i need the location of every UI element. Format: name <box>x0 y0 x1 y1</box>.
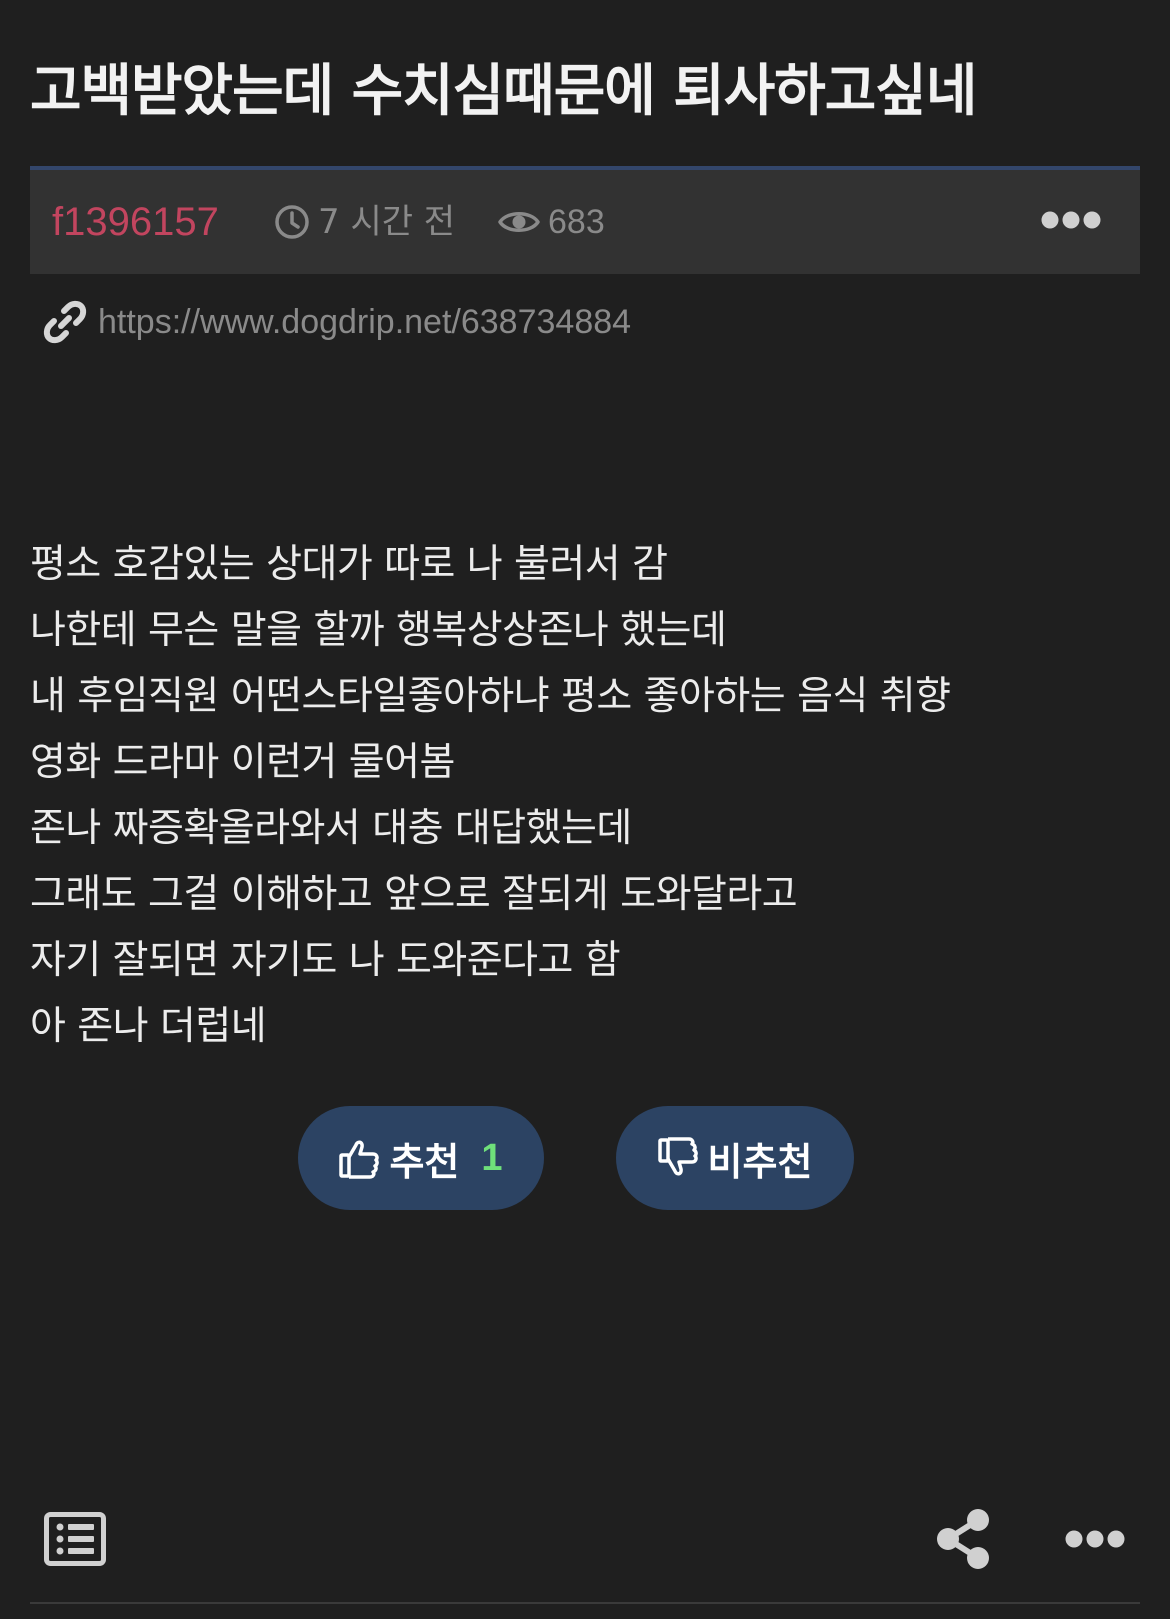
upvote-label: 추천 <box>389 1139 460 1184</box>
content-line: 나한테 무슨 말을 할까 행복상상존나 했는데 <box>30 608 727 653</box>
post-content: 평소 호감있는 상대가 따로 나 불러서 감 나한테 무슨 말을 할까 행복상상… <box>30 532 1130 1060</box>
bottom-divider <box>30 1602 1140 1604</box>
thumbs-up-icon <box>339 1140 380 1179</box>
upvote-count: 1 <box>481 1136 503 1179</box>
post-meta-bar: f1396157 7 시간 전 683 <box>30 166 1140 274</box>
content-line: 내 후임직원 어떤스타일좋아하냐 평소 좋아하는 음식 취향 <box>30 674 951 719</box>
more-dots-icon[interactable] <box>1064 1526 1126 1552</box>
share-icon[interactable] <box>934 1508 992 1570</box>
thumbs-down-icon <box>657 1137 698 1176</box>
upvote-button[interactable]: 추천 1 <box>298 1106 544 1210</box>
content-line: 아 존나 더럽네 <box>30 1004 267 1049</box>
eye-icon <box>498 212 540 232</box>
more-dots-icon[interactable] <box>1040 206 1102 234</box>
downvote-button[interactable]: 비추천 <box>616 1106 854 1210</box>
post-link-row[interactable]: https://www.dogdrip.net/638734884 <box>42 296 631 348</box>
clock-icon <box>275 205 309 239</box>
author-name[interactable]: f1396157 <box>52 198 219 246</box>
post-title: 고백받았는데 수치심때문에 퇴사하고싶네 <box>30 59 977 124</box>
content-line: 평소 호감있는 상대가 따로 나 불러서 감 <box>30 542 668 587</box>
downvote-label: 비추천 <box>707 1139 813 1184</box>
post-views-count: 683 <box>548 203 605 241</box>
list-icon[interactable] <box>44 1512 106 1566</box>
link-icon <box>43 300 87 344</box>
content-line: 존나 짜증확올라와서 대충 대답했는데 <box>30 806 632 851</box>
content-line: 자기 잘되면 자기도 나 도와준다고 함 <box>30 938 621 983</box>
post-time-text: 7 시간 전 <box>318 202 456 242</box>
post-views: 683 <box>498 202 605 242</box>
post-url[interactable]: https://www.dogdrip.net/638734884 <box>98 296 631 348</box>
content-line: 그래도 그걸 이해하고 앞으로 잘되게 도와달라고 <box>30 872 798 917</box>
post-time: 7 시간 전 <box>274 202 455 242</box>
content-line: 영화 드라마 이런거 물어봄 <box>30 740 455 785</box>
